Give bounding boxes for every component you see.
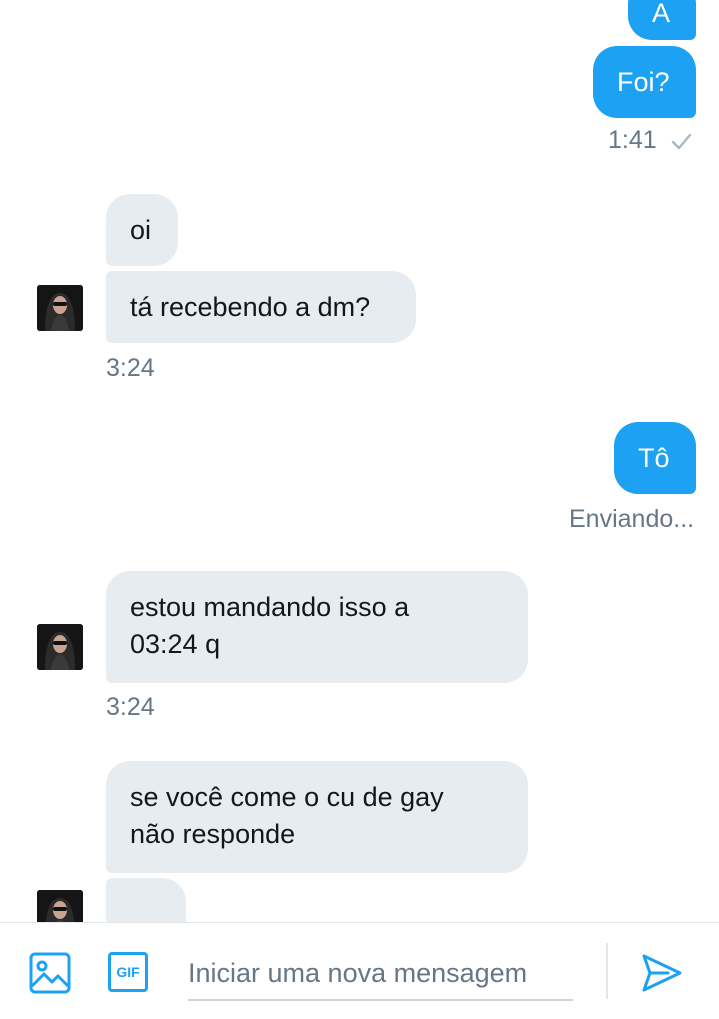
message-text: Tô — [638, 443, 670, 473]
avatar-image — [37, 285, 83, 331]
avatar[interactable] — [37, 624, 83, 670]
incoming-message[interactable] — [106, 878, 186, 922]
image-icon[interactable] — [28, 951, 72, 1000]
incoming-message[interactable]: estou mandando isso a 03:24 q — [106, 571, 528, 683]
avatar-image — [37, 624, 83, 670]
message-text-line: se você come o cu de gay — [130, 782, 444, 812]
message-composer: GIF — [0, 922, 719, 1019]
message-text-line: 03:24 q — [130, 629, 221, 659]
outgoing-message[interactable]: A — [628, 0, 696, 40]
avatar[interactable] — [37, 890, 83, 922]
gif-label: GIF — [108, 952, 148, 992]
message-text: oi — [130, 215, 152, 245]
incoming-message[interactable]: oi — [106, 194, 178, 266]
message-timestamp: 1:41 — [608, 126, 657, 154]
message-text: Foi? — [617, 67, 670, 97]
message-timestamp: 3:24 — [106, 693, 155, 721]
message-input[interactable] — [188, 947, 573, 1001]
message-text: A — [652, 0, 671, 28]
message-text-line: não responde — [130, 819, 296, 849]
message-text: tá recebendo a dm? — [130, 292, 371, 322]
outgoing-message[interactable]: Tô — [614, 422, 696, 494]
gif-icon[interactable]: GIF — [108, 952, 148, 992]
message-text-line: estou mandando isso a — [130, 592, 410, 622]
sending-status: Enviando... — [569, 505, 695, 533]
check-icon — [671, 133, 692, 150]
outgoing-message[interactable]: Foi? — [593, 46, 696, 118]
message-timestamp: 3:24 — [106, 354, 155, 382]
incoming-message[interactable]: tá recebendo a dm? — [106, 271, 416, 343]
conversation: A Foi? 1:41 oi tá recebendo a dm? 3:24 T… — [0, 0, 719, 922]
send-icon[interactable] — [640, 951, 684, 1000]
avatar[interactable] — [37, 285, 83, 331]
composer-divider — [606, 943, 608, 999]
avatar-image — [37, 890, 83, 922]
incoming-message[interactable]: se você come o cu de gay não responde — [106, 761, 528, 873]
